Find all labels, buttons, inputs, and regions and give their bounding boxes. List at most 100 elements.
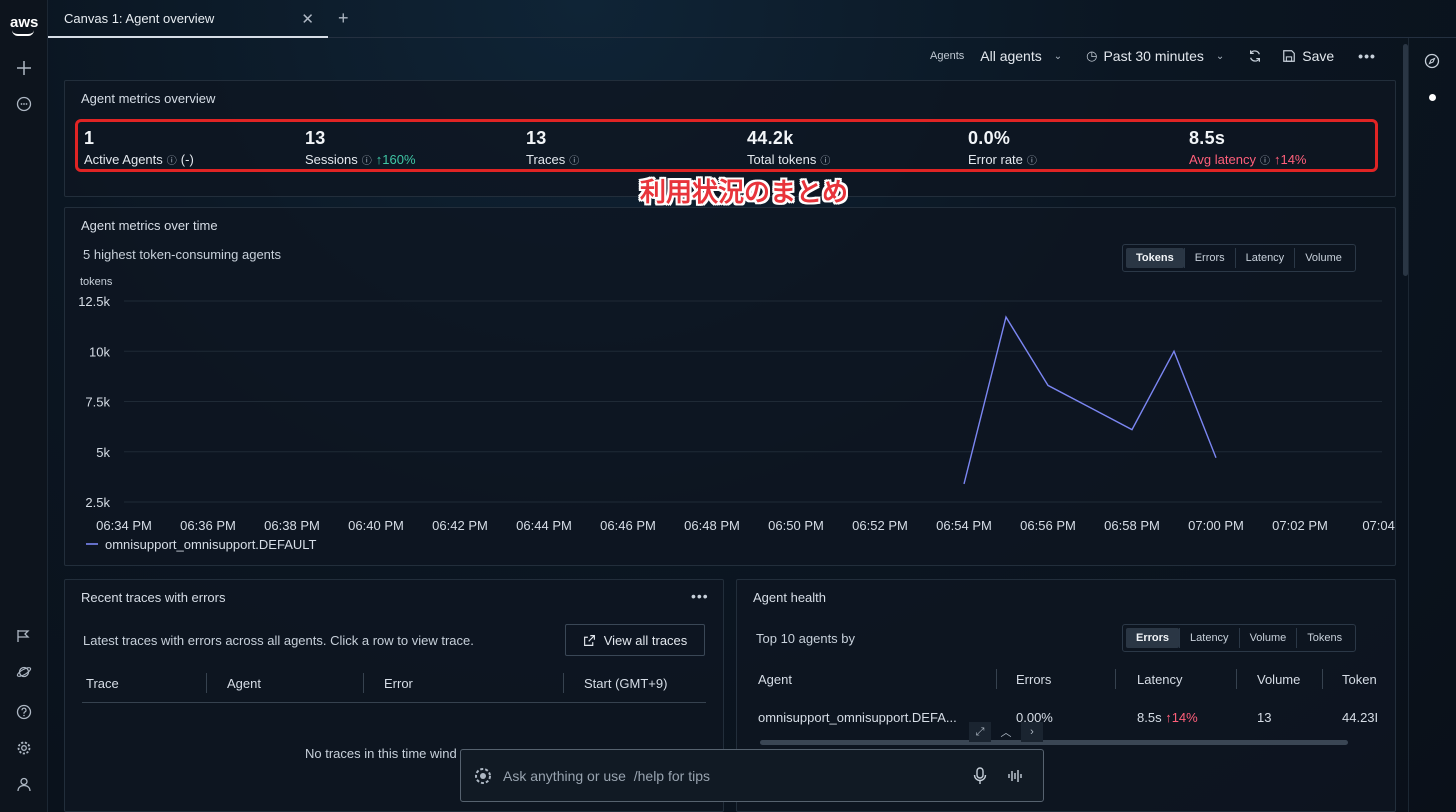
save-label: Save — [1302, 48, 1335, 64]
metrics-overview-title: Agent metrics overview — [81, 91, 216, 106]
column-header-tokens[interactable]: Token — [1342, 672, 1380, 687]
horizontal-scrollbar[interactable] — [760, 740, 1348, 745]
tab-latency[interactable]: Latency — [1234, 248, 1295, 268]
tab-canvas-1[interactable]: Canvas 1: Agent overview ✕ — [48, 0, 328, 38]
x-tick-label: 06:48 PM — [684, 518, 740, 533]
metric-label: Traces — [526, 152, 566, 167]
save-button[interactable]: Save — [1282, 48, 1334, 64]
tab-title: Canvas 1: Agent overview — [64, 10, 215, 26]
info-icon[interactable]: ⓘ — [569, 156, 579, 167]
chevron-right-icon[interactable]: › — [1021, 722, 1043, 742]
column-header-error[interactable]: Error — [384, 676, 413, 691]
x-tick-label: 06:34 PM — [96, 518, 152, 533]
compass-icon[interactable] — [1421, 50, 1443, 72]
tab-latency[interactable]: Latency — [1179, 628, 1239, 648]
x-tick-label: 06:52 PM — [852, 518, 908, 533]
column-header-trace[interactable]: Trace — [86, 676, 119, 691]
chevron-up-icon[interactable]: ︿ — [995, 722, 1017, 742]
more-options-icon[interactable]: ••• — [691, 588, 709, 604]
close-icon[interactable]: ✕ — [301, 10, 314, 28]
x-tick-label: 06:56 PM — [1020, 518, 1076, 533]
row-volume: 13 — [1257, 710, 1272, 725]
clock-icon: ◷ — [1086, 48, 1098, 63]
x-tick-label: 07:00 PM — [1188, 518, 1244, 533]
time-range-value: Past 30 minutes — [1103, 48, 1204, 64]
legend-label: omnisupport_omnisupport.DEFAULT — [105, 537, 317, 552]
info-icon[interactable]: ⓘ — [167, 156, 177, 167]
aws-logo-text: aws — [10, 14, 39, 31]
view-all-traces-button[interactable]: View all traces — [565, 624, 705, 656]
add-tab-icon[interactable]: + — [338, 8, 349, 29]
info-icon[interactable]: ⓘ — [1027, 156, 1037, 167]
chevron-down-icon: ⌄ — [1215, 50, 1225, 62]
metric-traces: 13 Traces ⓘ — [526, 128, 583, 167]
expand-icon[interactable]: ⤢ — [969, 722, 991, 742]
metrics-highlight-box: 1 Active Agents ⓘ (-) 13 Sessions ⓘ ↑160% 13… — [75, 119, 1378, 172]
save-icon — [1283, 50, 1296, 62]
recent-errors-description: Latest traces with errors across all age… — [83, 633, 474, 648]
y-tick-label: 5k — [96, 445, 110, 460]
time-range-dropdown[interactable]: ◷ Past 30 minutes ⌄ — [1086, 48, 1224, 64]
refresh-button[interactable] — [1248, 49, 1262, 63]
tab-tokens[interactable]: Tokens — [1126, 248, 1184, 268]
voice-waveform-icon[interactable] — [1007, 768, 1023, 789]
aws-logo[interactable]: aws — [10, 14, 38, 38]
gear-icon[interactable] — [13, 737, 35, 759]
column-divider — [206, 673, 207, 693]
column-header-volume[interactable]: Volume — [1257, 672, 1300, 687]
microphone-icon[interactable] — [973, 767, 987, 790]
tab-errors[interactable]: Errors — [1126, 628, 1180, 648]
column-header-agent[interactable]: Agent — [758, 672, 792, 687]
user-icon[interactable] — [13, 773, 35, 795]
y-tick-label: 7.5k — [85, 395, 110, 410]
planet-icon[interactable] — [13, 661, 35, 683]
table-header-divider — [82, 702, 706, 703]
row-agent: omnisupport_omnisupport.DEFA... — [758, 710, 957, 725]
metric-label: Total tokens — [747, 152, 817, 167]
column-divider — [1115, 669, 1116, 689]
metric-sessions: 13 Sessions ⓘ ↑160% — [305, 128, 416, 167]
column-divider — [363, 673, 364, 693]
refresh-icon — [1250, 50, 1261, 62]
metrics-over-time-title: Agent metrics over time — [81, 218, 218, 233]
agent-health-subtitle: Top 10 agents by — [756, 631, 856, 646]
vertical-scrollbar[interactable] — [1403, 44, 1408, 276]
info-icon[interactable]: ⓘ — [1260, 156, 1270, 167]
flag-icon[interactable] — [13, 625, 35, 647]
x-tick-label: 06:40 PM — [348, 518, 404, 533]
tab-errors[interactable]: Errors — [1183, 248, 1235, 268]
agents-dropdown[interactable]: All agents ⌄ — [980, 48, 1062, 64]
prompt-input[interactable] — [503, 764, 943, 788]
external-link-icon — [583, 634, 595, 646]
tab-bar: Canvas 1: Agent overview ✕ + — [48, 0, 1456, 38]
assistant-logo-icon — [473, 766, 493, 791]
tokens-line-chart: tokens 12.5k 10k 7.5k 5k 2.5k 06:34 PM 06:36 PM… — [78, 276, 1396, 552]
tab-volume[interactable]: Volume — [1238, 628, 1297, 648]
column-header-latency[interactable]: Latency — [1137, 672, 1183, 687]
info-icon[interactable]: ⓘ — [362, 156, 372, 167]
metric-value: 44.2k — [747, 128, 794, 148]
recent-errors-title: Recent traces with errors — [81, 590, 226, 605]
tab-volume[interactable]: Volume — [1294, 248, 1352, 268]
plus-icon[interactable] — [13, 57, 35, 79]
tab-tokens[interactable]: Tokens — [1296, 628, 1352, 648]
chat-icon[interactable] — [13, 93, 35, 115]
metric-value: 8.5s — [1189, 128, 1226, 148]
chart-subtitle: 5 highest token-consuming agents — [83, 247, 282, 262]
help-icon[interactable] — [13, 701, 35, 723]
aws-logo-smile — [12, 30, 34, 36]
empty-state-text: No traces in this time wind — [305, 746, 457, 761]
metric-value: 0.0% — [968, 128, 1011, 148]
x-tick-label: 07:02 PM — [1272, 518, 1328, 533]
x-tick-label: 06:46 PM — [600, 518, 656, 533]
x-tick-label: 06:42 PM — [432, 518, 488, 533]
column-header-errors[interactable]: Errors — [1016, 672, 1051, 687]
view-all-traces-label: View all traces — [603, 632, 688, 648]
x-tick-label: 06:58 PM — [1104, 518, 1160, 533]
column-header-agent[interactable]: Agent — [227, 676, 261, 691]
metric-label: Avg latency — [1189, 152, 1256, 167]
metric-delta: ↑14% — [1273, 152, 1307, 167]
column-header-start[interactable]: Start (GMT+9) — [584, 676, 667, 691]
more-options-icon[interactable]: ••• — [1358, 48, 1376, 64]
info-icon[interactable]: ⓘ — [820, 156, 830, 167]
